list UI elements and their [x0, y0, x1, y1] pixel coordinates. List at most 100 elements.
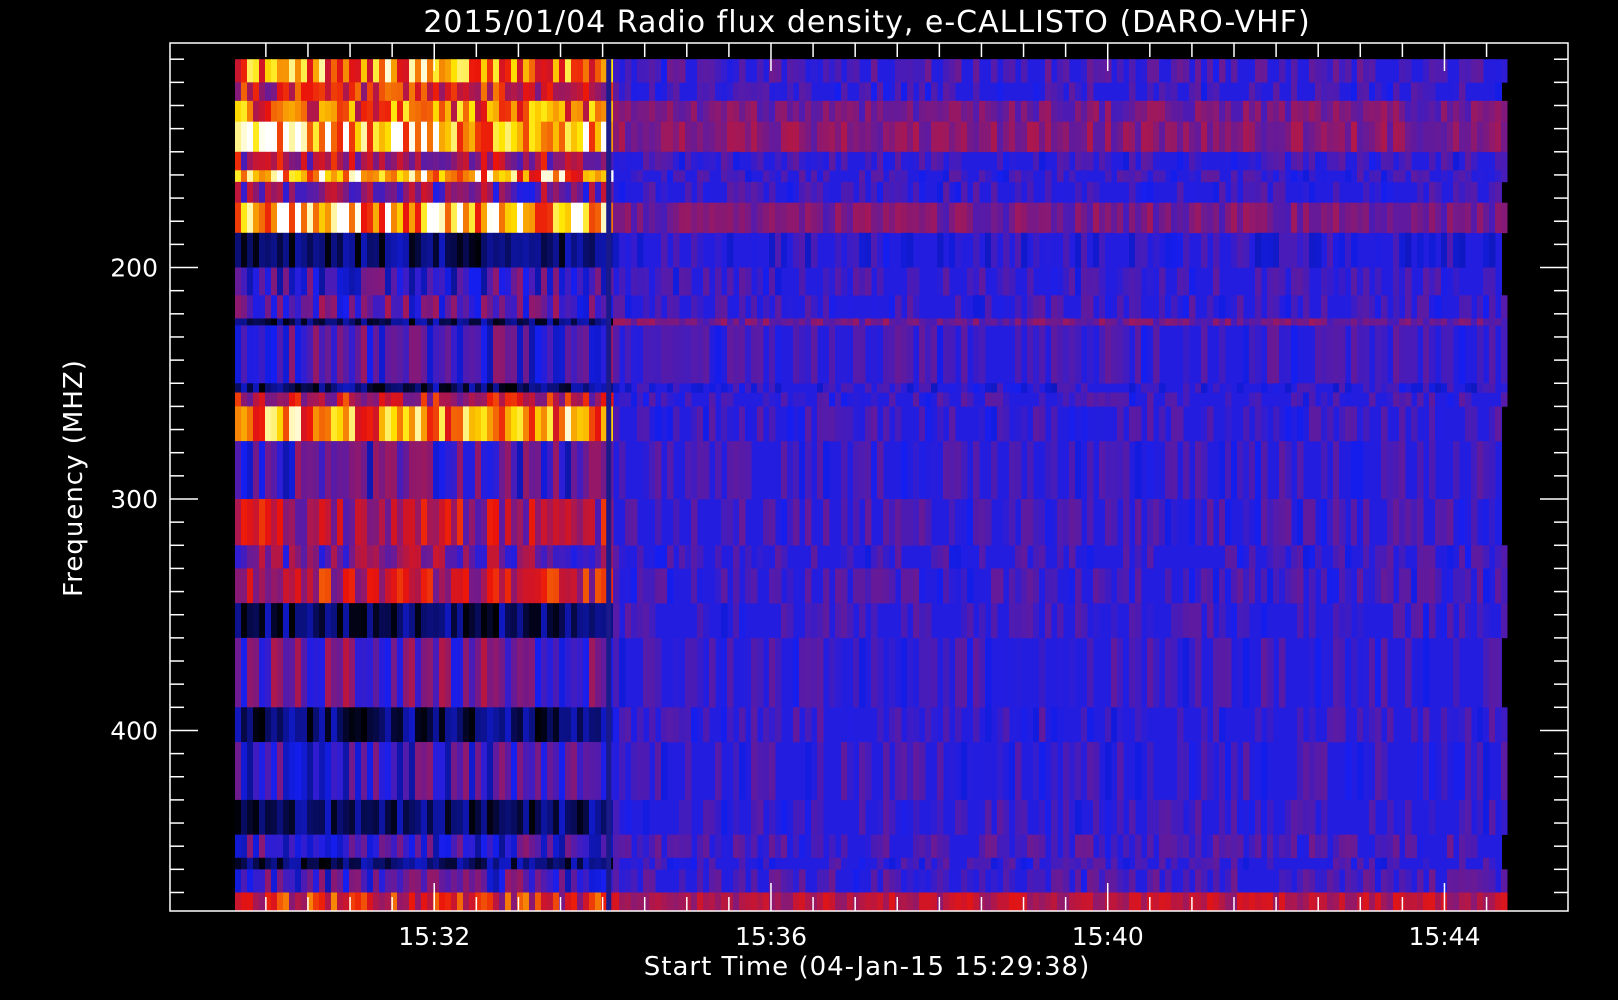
- spectrogram-cell: [745, 568, 752, 604]
- spectrogram-cell: [1195, 869, 1202, 893]
- spectrogram-cell: [577, 637, 584, 708]
- spectrogram-cell: [817, 742, 824, 801]
- spectrogram-cell: [1477, 295, 1484, 319]
- spectrogram-cell: [1195, 799, 1202, 835]
- spectrogram-cell: [1495, 82, 1502, 102]
- spectrogram-cell: [241, 406, 248, 442]
- spectrogram-cell: [625, 100, 632, 122]
- spectrogram-cell: [625, 869, 632, 893]
- spectrogram-cell: [271, 383, 278, 393]
- spectrogram-cell: [1087, 82, 1094, 102]
- spectrogram-cell: [1489, 232, 1496, 268]
- spectrogram-cell: [907, 325, 914, 384]
- spectrogram-cell: [499, 295, 506, 319]
- spectrogram-cell: [1303, 545, 1310, 569]
- spectrogram-cell: [763, 892, 770, 912]
- spectrogram-cell: [463, 568, 470, 604]
- spectrogram-cell: [907, 295, 914, 319]
- spectrogram-cell: [823, 857, 830, 870]
- spectrogram-cell: [247, 603, 254, 639]
- spectrogram-cell: [871, 568, 878, 604]
- spectrogram-cell: [319, 267, 326, 296]
- spectrogram-cell: [1231, 603, 1238, 639]
- spectrogram-cell: [343, 834, 350, 859]
- spectrogram-cell: [721, 59, 728, 83]
- spectrogram-cell: [1039, 318, 1046, 326]
- spectrogram-cell: [625, 834, 632, 859]
- spectrogram-cell: [439, 100, 446, 122]
- spectrogram-cell: [391, 568, 398, 604]
- spectrogram-cell: [235, 325, 242, 384]
- spectrogram-cell: [649, 383, 656, 393]
- spectrogram-cell: [547, 318, 554, 326]
- spectrogram-cell: [1189, 181, 1196, 204]
- spectrogram-cell: [457, 406, 464, 442]
- spectrogram-cell: [529, 707, 536, 743]
- spectrogram-cell: [1219, 834, 1226, 859]
- spectrogram-cell: [1183, 892, 1190, 912]
- spectrogram-cell: [1213, 834, 1220, 859]
- spectrogram-cell: [781, 441, 788, 500]
- spectrogram-cell: [1471, 121, 1478, 153]
- spectrogram-cell: [1021, 232, 1028, 268]
- spectrogram-cell: [703, 318, 710, 326]
- spectrogram-cell: [931, 325, 938, 384]
- spectrogram-cell: [415, 82, 422, 102]
- spectrogram-cell: [829, 59, 836, 83]
- spectrogram-cell: [1015, 121, 1022, 153]
- spectrogram-cell: [685, 545, 692, 569]
- spectrogram-cell: [499, 383, 506, 393]
- spectrogram-cell: [1303, 295, 1310, 319]
- spectrogram-cell: [1129, 392, 1136, 407]
- spectrogram-cell: [523, 799, 530, 835]
- spectrogram-cell: [367, 295, 374, 319]
- spectrogram-cell: [415, 181, 422, 204]
- spectrogram-cell: [739, 325, 746, 384]
- spectrogram-cell: [367, 82, 374, 102]
- spectrogram-cell: [415, 869, 422, 893]
- spectrogram-cell: [403, 100, 410, 122]
- spectrogram-cell: [1183, 441, 1190, 500]
- spectrogram-cell: [481, 637, 488, 708]
- spectrogram-cell: [487, 392, 494, 407]
- spectrogram-cell: [1027, 441, 1034, 500]
- spectrogram-cell: [241, 498, 248, 546]
- spectrogram-cell: [523, 232, 530, 268]
- spectrogram-cell: [1003, 857, 1010, 870]
- spectrogram-cell: [703, 834, 710, 859]
- y-tick-label: 300: [110, 485, 158, 514]
- spectrogram-cell: [985, 392, 992, 407]
- spectrogram-cell: [367, 637, 374, 708]
- spectrogram-cell: [889, 857, 896, 870]
- spectrogram-cell: [409, 181, 416, 204]
- spectrogram-cell: [367, 406, 374, 442]
- spectrogram-cell: [253, 799, 260, 835]
- spectrogram-cell: [571, 406, 578, 442]
- spectrogram-cell: [1123, 151, 1130, 171]
- spectrogram-cell: [1291, 568, 1298, 604]
- spectrogram-cell: [715, 267, 722, 296]
- spectrogram-cell: [289, 151, 296, 171]
- spectrogram-cell: [1027, 100, 1034, 122]
- spectrogram-cell: [793, 232, 800, 268]
- spectrogram-cell: [919, 181, 926, 204]
- spectrogram-cell: [529, 441, 536, 500]
- spectrogram-cell: [679, 170, 686, 183]
- spectrogram-cell: [1315, 100, 1322, 122]
- spectrogram-cell: [697, 181, 704, 204]
- spectrogram-cell: [847, 181, 854, 204]
- spectrogram-cell: [805, 603, 812, 639]
- spectrogram-cell: [991, 181, 998, 204]
- spectrogram-cell: [547, 869, 554, 893]
- spectrogram-cell: [397, 383, 404, 393]
- spectrogram-cell: [1291, 318, 1298, 326]
- spectrogram-cell: [1159, 170, 1166, 183]
- spectrogram-cell: [529, 100, 536, 122]
- spectrogram-cell: [907, 498, 914, 546]
- spectrogram-cell: [1267, 392, 1274, 407]
- spectrogram-cell: [1267, 498, 1274, 546]
- spectrogram-cell: [1501, 202, 1508, 234]
- spectrogram-cell: [289, 406, 296, 442]
- spectrogram-cell: [283, 318, 290, 326]
- spectrogram-cell: [859, 202, 866, 234]
